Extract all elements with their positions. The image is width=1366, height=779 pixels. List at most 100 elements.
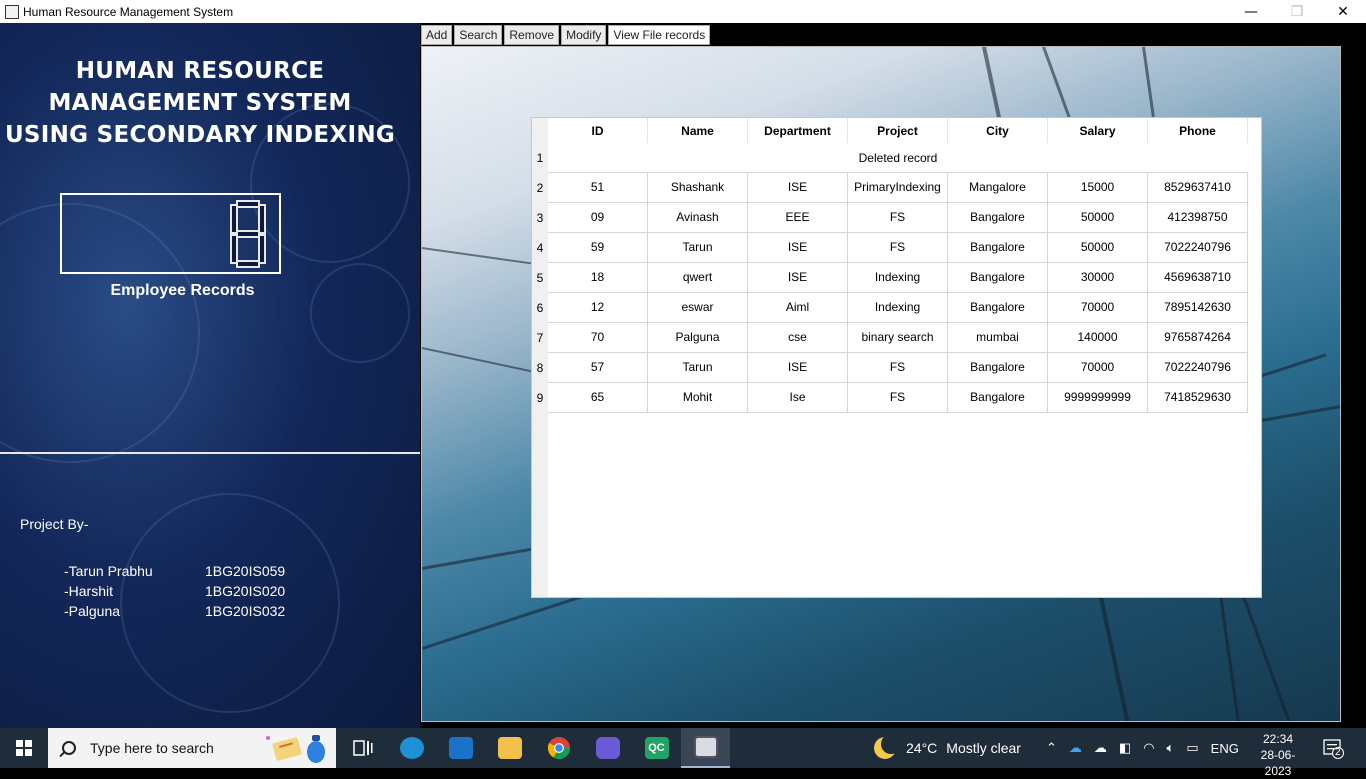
cell-phone[interactable]: 7022240796 <box>1148 353 1248 383</box>
row-number[interactable]: 4 <box>532 241 548 255</box>
cell-salary[interactable]: 140000 <box>1048 323 1148 353</box>
cell-city[interactable]: Bangalore <box>948 383 1048 413</box>
notification-center-icon[interactable]: 2 <box>1322 737 1344 759</box>
wifi-icon[interactable]: ◠ <box>1143 740 1154 756</box>
column-header-city[interactable]: City <box>948 118 1048 143</box>
cell-id[interactable]: 65 <box>548 383 648 413</box>
cell-id[interactable]: 70 <box>548 323 648 353</box>
cell-salary[interactable]: 50000 <box>1048 203 1148 233</box>
cell-department[interactable]: cse <box>748 323 848 353</box>
records-table[interactable]: 1 2 3 4 5 6 7 8 9 ID Name Department Pro… <box>531 117 1262 598</box>
cell-project[interactable]: binary search <box>848 323 948 353</box>
cell-department[interactable]: Aiml <box>748 293 848 323</box>
cell-id[interactable]: 51 <box>548 173 648 203</box>
table-row[interactable]: 57 Tarun ISE FS Bangalore 70000 7022240796 <box>548 353 1248 383</box>
column-header-name[interactable]: Name <box>648 118 748 143</box>
cell-name[interactable]: Palguna <box>648 323 748 353</box>
mail-icon[interactable] <box>436 728 485 768</box>
cell-project[interactable]: Indexing <box>848 263 948 293</box>
clock[interactable]: 22:34 28-06-2023 <box>1250 731 1306 779</box>
cell-phone[interactable]: 7022240796 <box>1148 233 1248 263</box>
cell-salary[interactable]: 9999999999 <box>1048 383 1148 413</box>
hrms-app-icon[interactable] <box>681 728 730 768</box>
column-header-id[interactable]: ID <box>548 118 648 143</box>
cell-project[interactable]: PrimaryIndexing <box>848 173 948 203</box>
cell-name[interactable]: Mohit <box>648 383 748 413</box>
cell-phone[interactable]: 7418529630 <box>1148 383 1248 413</box>
meet-icon[interactable]: ◧ <box>1119 740 1131 756</box>
cell-city[interactable]: Mangalore <box>948 173 1048 203</box>
cell-department[interactable]: ISE <box>748 233 848 263</box>
cell-city[interactable]: Bangalore <box>948 263 1048 293</box>
copilot-icon[interactable] <box>583 728 632 768</box>
cell-name[interactable]: Tarun <box>648 233 748 263</box>
row-number[interactable]: 6 <box>532 301 548 315</box>
cell-salary[interactable]: 70000 <box>1048 293 1148 323</box>
cell-project[interactable]: FS <box>848 353 948 383</box>
tab-add[interactable]: Add <box>421 25 453 45</box>
qc-app-icon[interactable]: QC <box>632 728 681 768</box>
language-indicator[interactable]: ENG <box>1211 741 1239 756</box>
table-row[interactable]: 59 Tarun ISE FS Bangalore 50000 7022240796 <box>548 233 1248 263</box>
cell-name[interactable]: Shashank <box>648 173 748 203</box>
column-header-department[interactable]: Department <box>748 118 848 143</box>
cell-city[interactable]: Bangalore <box>948 353 1048 383</box>
row-number[interactable]: 5 <box>532 271 548 285</box>
table-row[interactable]: 65 Mohit Ise FS Bangalore 9999999999 741852963… <box>548 383 1248 413</box>
cell-city[interactable]: mumbai <box>948 323 1048 353</box>
start-button[interactable] <box>0 728 48 768</box>
column-header-phone[interactable]: Phone <box>1148 118 1248 143</box>
cell-id[interactable]: 59 <box>548 233 648 263</box>
cell-city[interactable]: Bangalore <box>948 203 1048 233</box>
volume-icon[interactable]: 🔈︎ <box>1167 740 1175 756</box>
cell-id[interactable]: 18 <box>548 263 648 293</box>
cell-phone[interactable]: 8529637410 <box>1148 173 1248 203</box>
cell-project[interactable]: Indexing <box>848 293 948 323</box>
row-number[interactable]: 1 <box>532 151 548 165</box>
tab-search[interactable]: Search <box>454 25 503 45</box>
cell-id[interactable]: 09 <box>548 203 648 233</box>
task-view-icon[interactable] <box>338 728 387 768</box>
minimize-button[interactable]: — <box>1228 0 1274 23</box>
cell-name[interactable]: Avinash <box>648 203 748 233</box>
cell-phone[interactable]: 412398750 <box>1148 203 1248 233</box>
cell-project[interactable]: FS <box>848 383 948 413</box>
row-number[interactable]: 8 <box>532 361 548 375</box>
close-button[interactable]: ✕ <box>1320 0 1366 23</box>
cell-department[interactable]: ISE <box>748 263 848 293</box>
cell-department[interactable]: ISE <box>748 173 848 203</box>
row-number[interactable]: 7 <box>532 331 548 345</box>
chrome-icon[interactable] <box>534 728 583 768</box>
cell-name[interactable]: eswar <box>648 293 748 323</box>
cell-department[interactable]: Ise <box>748 383 848 413</box>
tab-modify[interactable]: Modify <box>561 25 607 45</box>
cell-salary[interactable]: 30000 <box>1048 263 1148 293</box>
cell-project[interactable]: FS <box>848 203 948 233</box>
table-row[interactable]: 09 Avinash EEE FS Bangalore 50000 412398750 <box>548 203 1248 233</box>
cell-name[interactable]: Tarun <box>648 353 748 383</box>
column-header-salary[interactable]: Salary <box>1048 118 1148 143</box>
maximize-button[interactable]: ❐ <box>1274 0 1320 23</box>
cell-city[interactable]: Bangalore <box>948 233 1048 263</box>
cell-salary[interactable]: 70000 <box>1048 353 1148 383</box>
cell-name[interactable]: qwert <box>648 263 748 293</box>
cell-phone[interactable]: 9765874264 <box>1148 323 1248 353</box>
edge-icon[interactable] <box>387 728 436 768</box>
onedrive-icon[interactable]: ☁ <box>1069 740 1082 756</box>
row-number[interactable]: 2 <box>532 181 548 195</box>
row-number[interactable]: 3 <box>532 211 548 225</box>
chevron-up-icon[interactable]: ⌃ <box>1046 740 1057 756</box>
cell-salary[interactable]: 50000 <box>1048 233 1148 263</box>
tab-view-file-records[interactable]: View File records <box>608 25 711 45</box>
battery-icon[interactable]: ▭ <box>1186 740 1198 756</box>
table-row[interactable]: 70 Palguna cse binary search mumbai 140000 976… <box>548 323 1248 353</box>
table-row[interactable]: 18 qwert ISE Indexing Bangalore 30000 45696387… <box>548 263 1248 293</box>
taskbar-search-box[interactable]: Type here to search <box>48 728 336 768</box>
cell-phone[interactable]: 7895142630 <box>1148 293 1248 323</box>
file-explorer-icon[interactable] <box>485 728 534 768</box>
tab-remove[interactable]: Remove <box>504 25 560 45</box>
cell-department[interactable]: EEE <box>748 203 848 233</box>
cell-id[interactable]: 57 <box>548 353 648 383</box>
cell-salary[interactable]: 15000 <box>1048 173 1148 203</box>
cell-project[interactable]: FS <box>848 233 948 263</box>
